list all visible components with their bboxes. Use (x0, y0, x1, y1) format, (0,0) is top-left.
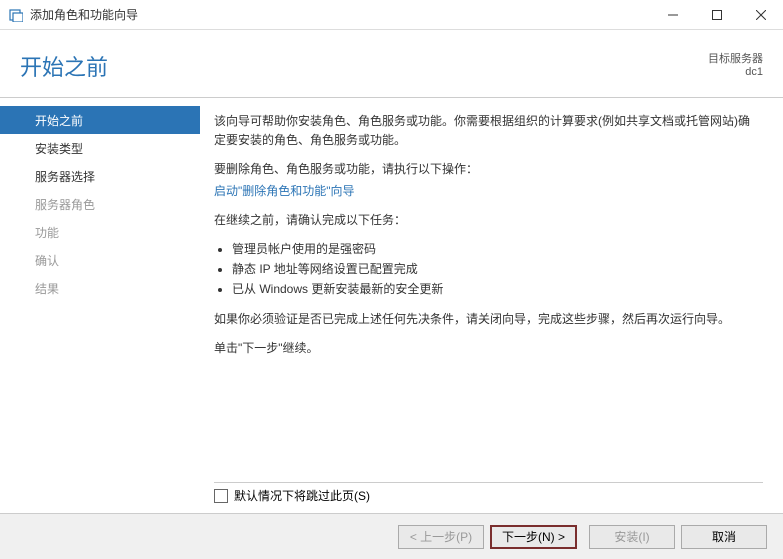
target-server-info: 目标服务器 dc1 (708, 50, 763, 78)
window-controls (651, 0, 783, 30)
content-area: 开始之前 安装类型 服务器选择 服务器角色 功能 确认 结果 该向导可帮助你安装… (0, 98, 783, 518)
task-list: 管理员帐户使用的是强密码 静态 IP 地址等网络设置已配置完成 已从 Windo… (232, 240, 753, 300)
sidebar-item-results: 结果 (0, 274, 200, 302)
skip-checkbox[interactable] (214, 489, 228, 503)
task-item: 已从 Windows 更新安装最新的安全更新 (232, 280, 753, 299)
next-hint-text: 单击"下一步"继续。 (214, 339, 753, 358)
install-button: 安装(I) (589, 525, 675, 549)
skip-label: 默认情况下将跳过此页(S) (234, 487, 370, 504)
previous-button: < 上一步(P) (398, 525, 484, 549)
next-button[interactable]: 下一步(N) > (490, 525, 577, 549)
cancel-button[interactable]: 取消 (681, 525, 767, 549)
intro-text: 该向导可帮助你安装角色、角色服务或功能。你需要根据组织的计算要求(例如共享文档或… (214, 112, 753, 150)
target-server-label: 目标服务器 (708, 50, 763, 66)
verify-text: 如果你必须验证是否已完成上述任何先决条件，请关闭向导，完成这些步骤，然后再次运行… (214, 310, 753, 329)
sidebar-item-install-type[interactable]: 安装类型 (0, 134, 200, 162)
wizard-header: 开始之前 目标服务器 dc1 (0, 30, 783, 98)
content-divider (214, 482, 763, 483)
sidebar-item-confirmation: 确认 (0, 246, 200, 274)
sidebar-item-server-selection[interactable]: 服务器选择 (0, 162, 200, 190)
sidebar-item-server-roles: 服务器角色 (0, 190, 200, 218)
task-item: 静态 IP 地址等网络设置已配置完成 (232, 260, 753, 279)
task-item: 管理员帐户使用的是强密码 (232, 240, 753, 259)
close-button[interactable] (739, 0, 783, 30)
remove-wizard-link[interactable]: 启动"删除角色和功能"向导 (214, 184, 355, 198)
skip-row: 默认情况下将跳过此页(S) (214, 487, 370, 504)
maximize-button[interactable] (695, 0, 739, 30)
app-icon (8, 7, 24, 23)
titlebar: 添加角色和功能向导 (0, 0, 783, 30)
wizard-sidebar: 开始之前 安装类型 服务器选择 服务器角色 功能 确认 结果 (0, 98, 200, 518)
remove-prefix-text: 要删除角色、角色服务或功能，请执行以下操作： (214, 160, 753, 179)
sidebar-item-features: 功能 (0, 218, 200, 246)
window-title: 添加角色和功能向导 (30, 6, 651, 23)
main-content: 该向导可帮助你安装角色、角色服务或功能。你需要根据组织的计算要求(例如共享文档或… (200, 98, 783, 518)
continue-prefix-text: 在继续之前，请确认完成以下任务： (214, 211, 753, 230)
sidebar-item-before-you-begin[interactable]: 开始之前 (0, 106, 200, 134)
target-server-value: dc1 (708, 66, 763, 78)
wizard-footer: < 上一步(P) 下一步(N) > 安装(I) 取消 (0, 513, 783, 559)
page-title: 开始之前 (20, 50, 108, 82)
minimize-button[interactable] (651, 0, 695, 30)
